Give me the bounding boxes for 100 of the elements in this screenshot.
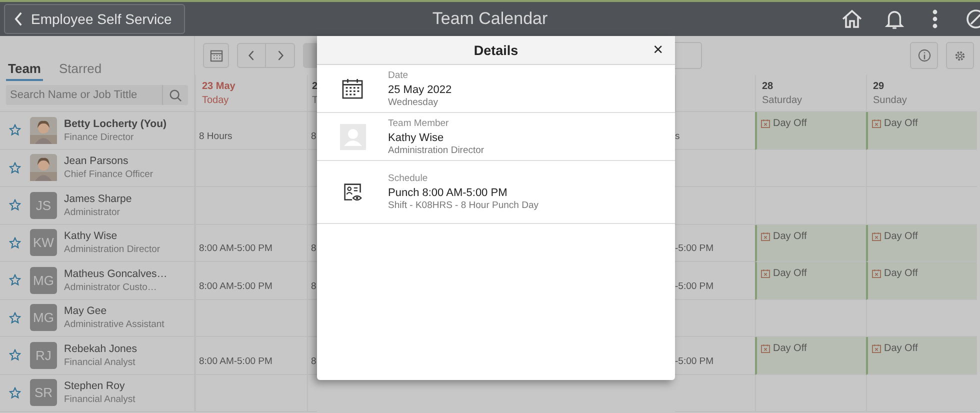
home-icon[interactable] bbox=[841, 9, 863, 29]
employee-name[interactable]: Matheus Goncalves… bbox=[64, 268, 168, 280]
star-icon[interactable] bbox=[9, 386, 21, 399]
day-off-cell[interactable]: Day Off bbox=[866, 337, 977, 374]
more-icon[interactable] bbox=[932, 9, 938, 29]
calendar-cell[interactable] bbox=[866, 150, 977, 187]
schedule-text: 8 Hours bbox=[199, 130, 232, 142]
schedule-text: -5:00 PM bbox=[675, 356, 714, 366]
schedule-text: 8:00 AM-5:00 PM bbox=[199, 243, 272, 254]
compass-icon[interactable] bbox=[966, 9, 980, 29]
schedule-text: 8:00 AM-5:00 PM bbox=[199, 280, 272, 292]
field-value: Punch 8:00 AM-5:00 PM bbox=[388, 187, 508, 199]
back-button[interactable]: Employee Self Service bbox=[4, 4, 185, 34]
job-title: Financial Analyst bbox=[64, 394, 136, 406]
search-field[interactable]: Search Name or Job Tittle bbox=[6, 85, 188, 105]
day-weekday: Today bbox=[202, 94, 230, 106]
schedule-view-icon bbox=[342, 182, 362, 202]
job-title: Administrator Custo… bbox=[64, 282, 158, 293]
day-off-label: Day Off bbox=[884, 343, 918, 354]
info-icon bbox=[918, 49, 930, 62]
chevron-right-icon bbox=[276, 50, 284, 61]
star-icon[interactable] bbox=[9, 199, 21, 212]
tab[interactable]: Team bbox=[6, 61, 43, 81]
close-button[interactable]: × bbox=[651, 40, 665, 60]
schedule-text: -5:00 PM bbox=[675, 243, 714, 254]
calendar-icon bbox=[342, 78, 363, 99]
job-title: Financial Analyst bbox=[64, 356, 136, 368]
day-off-label: Day Off bbox=[773, 343, 807, 354]
day-off-cell[interactable]: Day Off bbox=[755, 112, 866, 150]
day-off-icon bbox=[761, 232, 770, 240]
avatar-initials: RJ bbox=[30, 342, 57, 369]
search-icon[interactable] bbox=[169, 88, 182, 102]
next-button[interactable] bbox=[266, 43, 295, 68]
calendar-button[interactable] bbox=[203, 43, 229, 68]
employee-name[interactable]: Jean Parsons bbox=[64, 155, 154, 168]
day-off-label: Day Off bbox=[884, 118, 918, 129]
star-icon[interactable] bbox=[9, 349, 21, 362]
day-off-icon bbox=[872, 119, 881, 128]
calendar-cell[interactable]: 8:00 AM-5:00 PM bbox=[195, 337, 307, 374]
employee-name[interactable]: Betty Locherty (You) bbox=[64, 118, 166, 130]
schedule-text: 8 bbox=[311, 243, 316, 254]
avatar-initials: KW bbox=[30, 229, 57, 256]
day-off-cell[interactable]: Day Off bbox=[866, 224, 977, 262]
star-icon[interactable] bbox=[9, 236, 21, 249]
field-detail: Administration Director bbox=[388, 144, 484, 156]
day-off-label: Day Off bbox=[773, 230, 807, 242]
dialog-title: Details bbox=[474, 42, 518, 58]
day-off-icon bbox=[872, 232, 881, 240]
day-off-icon bbox=[761, 344, 770, 353]
calendar-cell[interactable]: 8 Hours bbox=[195, 112, 307, 150]
day-off-cell[interactable]: Day Off bbox=[755, 224, 866, 262]
schedule-text: 8 bbox=[311, 356, 316, 366]
employee-name[interactable]: Stephen Roy bbox=[64, 380, 136, 392]
employee-name[interactable]: May Gee bbox=[64, 305, 164, 318]
employee-name[interactable]: Kathy Wise bbox=[64, 230, 160, 242]
day-off-label: Day Off bbox=[773, 268, 807, 279]
calendar-cell[interactable]: 8:00 AM-5:00 PM bbox=[195, 224, 307, 262]
calendar-cell[interactable] bbox=[755, 374, 866, 412]
day-off-icon bbox=[872, 344, 881, 353]
calendar-icon bbox=[210, 49, 222, 62]
field-value: 25 May 2022 bbox=[388, 84, 452, 96]
tab[interactable]: Starred bbox=[57, 61, 104, 81]
calendar-cell[interactable]: 8:00 AM-5:00 PM bbox=[195, 262, 307, 300]
employee-name[interactable]: Rebekah Jones bbox=[64, 342, 137, 355]
star-icon[interactable] bbox=[9, 162, 21, 174]
calendar-cell[interactable] bbox=[755, 150, 866, 187]
schedule-text: s bbox=[675, 130, 680, 142]
settings-button[interactable] bbox=[946, 42, 974, 69]
bell-icon[interactable] bbox=[885, 8, 904, 30]
field-value: Kathy Wise bbox=[388, 132, 445, 144]
day-date: 2 bbox=[312, 80, 317, 92]
day-off-cell[interactable]: Day Off bbox=[866, 112, 977, 150]
schedule-text: 8:00 AM-5:00 PM bbox=[199, 356, 272, 366]
day-date: 23 May bbox=[202, 80, 236, 92]
settings-icon bbox=[954, 50, 966, 62]
star-icon[interactable] bbox=[9, 274, 21, 286]
day-off-cell[interactable]: Day Off bbox=[866, 262, 977, 300]
day-off-cell[interactable]: Day Off bbox=[755, 337, 866, 374]
job-title: Chief Finance Officer bbox=[64, 169, 154, 180]
calendar-cell[interactable] bbox=[307, 374, 317, 412]
day-weekday: Sunday bbox=[873, 94, 908, 106]
info-button[interactable] bbox=[910, 42, 938, 69]
previous-button[interactable] bbox=[237, 43, 266, 68]
day-off-icon bbox=[761, 269, 770, 278]
day-weekday: Saturday bbox=[762, 94, 804, 106]
star-icon[interactable] bbox=[9, 312, 21, 324]
job-title: Administrator bbox=[64, 206, 121, 218]
job-title: Administration Director bbox=[64, 244, 160, 256]
employee-name[interactable]: James Sharpe bbox=[64, 192, 132, 205]
day-off-cell[interactable]: Day Off bbox=[755, 262, 866, 300]
day-off-label: Day Off bbox=[884, 230, 918, 242]
avatar-initials: MG bbox=[30, 304, 57, 332]
day-off-icon bbox=[761, 119, 770, 128]
day-off-label: Day Off bbox=[884, 268, 918, 279]
day-off-icon bbox=[872, 269, 881, 278]
calendar-cell[interactable] bbox=[866, 374, 977, 412]
chevron-left-icon bbox=[248, 50, 255, 61]
job-title: Finance Director bbox=[64, 132, 135, 143]
field-detail: Wednesday bbox=[388, 96, 439, 108]
star-icon[interactable] bbox=[9, 124, 21, 136]
